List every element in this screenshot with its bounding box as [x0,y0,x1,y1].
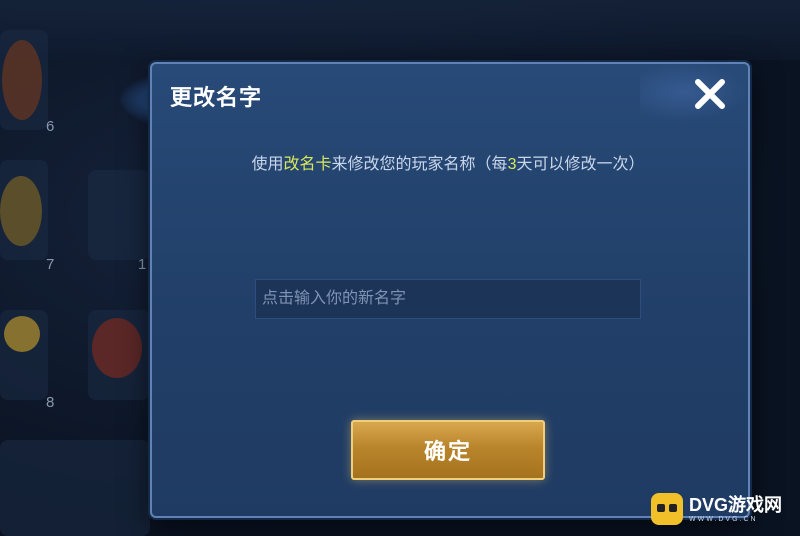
description-text: 天可以修改一次） [516,156,645,173]
leaf-icon [92,318,142,378]
description-text: 使用 [251,156,284,173]
watermark-url: WWW.DVG.CN [689,515,758,523]
slot-count: 1 [138,256,147,273]
confirm-button[interactable]: 确定 [351,420,545,480]
close-button[interactable] [690,74,730,114]
rename-description: 使用改名卡来修改您的玩家名称（每3天可以修改一次） [150,150,746,174]
close-icon [695,79,725,109]
slot-count: 6 [46,118,55,135]
background-item-icon [2,40,42,120]
background-slot [0,440,150,536]
background-top-row [0,0,800,60]
dialog-title: 更改名字 [170,85,263,110]
slot-count: 7 [46,256,55,273]
new-name-input[interactable] [255,279,641,319]
rename-card-highlight: 改名卡 [283,156,332,173]
coin-icon [4,316,40,352]
description-text: 来修改您的玩家名称（每 [331,156,508,173]
background-slot [88,170,150,260]
watermark-text: DVG游戏网 [689,494,783,515]
gamepad-icon [651,493,683,525]
background-item-icon [0,176,42,246]
slot-count: 8 [46,394,55,411]
watermark: DVG游戏网 WWW.DVG.CN [651,493,782,525]
